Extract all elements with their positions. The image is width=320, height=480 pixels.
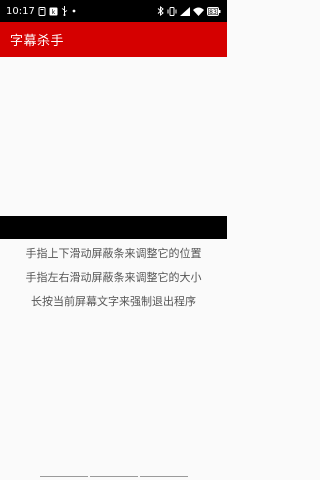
instruction-move: 手指上下滑动屏蔽条来调整它的位置 — [25, 247, 202, 260]
battery-level: 83 — [209, 9, 217, 16]
app-bar: 字幕杀手 — [0, 22, 227, 57]
app-title: 字幕杀手 — [10, 34, 65, 49]
status-right: 83 — [157, 6, 227, 16]
signal-icon — [180, 6, 190, 16]
gesture-segment — [89, 476, 138, 477]
instruction-resize: 手指左右滑动屏蔽条来调整它的大小 — [25, 271, 202, 284]
gesture-bar — [0, 476, 227, 480]
status-left: 10:17 k — [0, 6, 77, 17]
app-icon: k — [49, 7, 58, 16]
vibrate-icon — [167, 6, 177, 16]
bluetooth-icon — [157, 6, 164, 16]
gesture-segment — [139, 476, 188, 477]
more-dots-icon — [71, 8, 77, 14]
battery-icon: 83 — [207, 6, 221, 16]
status-time: 10:17 — [6, 5, 35, 17]
usb-icon — [61, 6, 68, 16]
instructions: 手指上下滑动屏蔽条来调整它的位置 手指左右滑动屏蔽条来调整它的大小 长按当前屏幕… — [0, 248, 227, 320]
status-bar: 10:17 k 83 — [0, 0, 227, 22]
wifi-icon — [193, 7, 204, 16]
instruction-exit[interactable]: 长按当前屏幕文字来强制退出程序 — [0, 296, 227, 308]
gesture-segment — [39, 476, 88, 477]
svg-text:k: k — [52, 9, 56, 16]
subtitle-mask-bar[interactable] — [0, 216, 227, 239]
notification-icon — [38, 6, 46, 16]
